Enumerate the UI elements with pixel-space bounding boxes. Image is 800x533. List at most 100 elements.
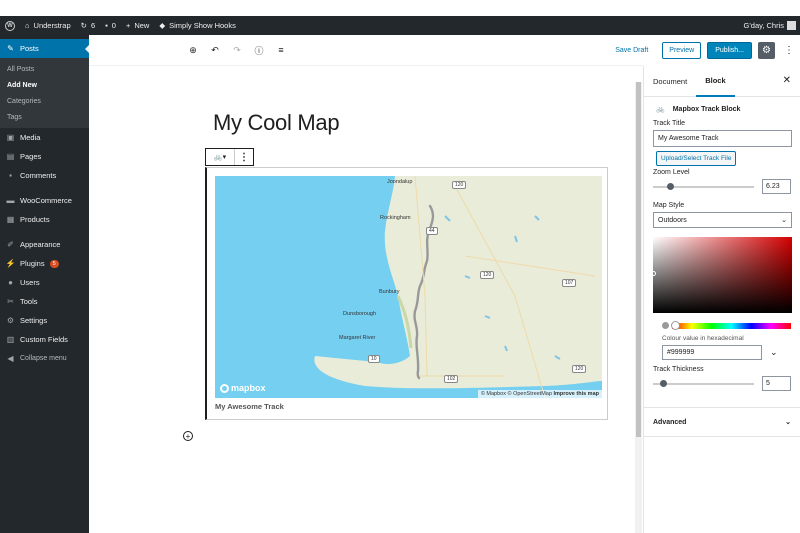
track-title-input[interactable]: My Awesome Track: [653, 130, 792, 147]
custom-fields-icon: ▥: [6, 335, 15, 344]
wordpress-logo-button[interactable]: W: [0, 16, 20, 35]
outline-icon[interactable]: ≡: [275, 44, 287, 56]
advanced-section-toggle[interactable]: Advanced ⌄: [644, 407, 800, 437]
close-icon[interactable]: ✕: [783, 75, 791, 86]
editor-toolbar: ⊕ ↶ ↷ ⓘ ≡ Save Draft Preview Publish... …: [89, 35, 794, 66]
preview-button[interactable]: Preview: [662, 42, 702, 59]
scrollbar-thumb[interactable]: [636, 82, 641, 437]
submenu-tags[interactable]: Tags: [0, 109, 89, 125]
chevron-down-icon: ⌄: [785, 419, 791, 426]
vertical-ellipsis-icon: ⋮: [784, 45, 794, 56]
home-icon: ⌂: [25, 21, 30, 30]
sidebar-item-posts[interactable]: ✎ Posts: [0, 39, 89, 58]
post-title[interactable]: My Cool Map: [213, 110, 340, 136]
sidebar-item-media[interactable]: ▣ Media: [0, 128, 89, 147]
comments-link[interactable]: ▪ 0: [100, 16, 121, 35]
users-icon: ●: [8, 278, 13, 287]
map-style-select[interactable]: Outdoors ⌄: [653, 212, 792, 228]
hue-row: [662, 320, 791, 330]
submenu-all-posts[interactable]: All Posts: [0, 61, 89, 77]
block-toolbar: 🚲▾ ⋮: [205, 148, 254, 166]
vertical-ellipsis-icon: ⋮: [239, 151, 249, 163]
add-block-button[interactable]: +: [183, 431, 193, 441]
submenu-categories[interactable]: Categories: [0, 93, 89, 109]
redo-icon[interactable]: ↷: [231, 44, 243, 56]
plugins-icon: ⚡: [5, 259, 16, 268]
tag-icon: ◆: [159, 21, 166, 30]
attribution-link[interactable]: © Mapbox © OpenStreetMap: [481, 391, 552, 397]
sidebar-item-appearance[interactable]: ✐ Appearance: [0, 235, 89, 254]
plus-icon: +: [185, 431, 191, 441]
thickness-slider[interactable]: [653, 379, 754, 387]
chevron-down-icon: ⌄: [781, 217, 787, 224]
info-icon[interactable]: ⓘ: [253, 44, 265, 56]
show-hooks-link[interactable]: ◆ Simply Show Hooks: [154, 16, 240, 35]
sidebar-item-settings[interactable]: ⚙ Settings: [0, 311, 89, 330]
improve-map-link[interactable]: Improve this map: [553, 391, 599, 397]
zoom-slider[interactable]: [653, 182, 754, 190]
map-view[interactable]: Joondalup Rockingham Bunbury Dunsborough…: [215, 176, 602, 398]
road-shield: 120: [480, 271, 495, 279]
undo-icon[interactable]: ↶: [209, 44, 221, 56]
settings-gear-button[interactable]: ⚙: [758, 42, 775, 59]
place-label: Dunsborough: [343, 311, 377, 317]
tools-icon: ✂: [7, 297, 14, 306]
road-shield: 120: [572, 365, 587, 373]
map-graphic: [215, 176, 602, 398]
updates-link[interactable]: ↻ 6: [76, 16, 100, 35]
collapse-menu-button[interactable]: ◀ Collapse menu: [0, 349, 89, 368]
sidebar-item-comments[interactable]: ▪ Comments: [0, 166, 89, 185]
colour-saturation-picker[interactable]: [651, 237, 792, 313]
zoom-level-input[interactable]: 6.23: [762, 179, 791, 194]
block-type-switcher[interactable]: 🚲▾: [206, 149, 235, 165]
comments-icon: ▪: [9, 171, 12, 180]
colour-hex-input[interactable]: #999999: [662, 345, 762, 360]
mapbox-logo[interactable]: mapbox: [220, 383, 266, 393]
sidebar-item-users[interactable]: ● Users: [0, 273, 89, 292]
media-icon: ▣: [6, 133, 15, 142]
mapbox-track-block[interactable]: Joondalup Rockingham Bunbury Dunsborough…: [205, 167, 608, 420]
map-attribution: © Mapbox © OpenStreetMap Improve this ma…: [477, 390, 602, 398]
add-block-icon[interactable]: ⊕: [187, 44, 199, 56]
sidebar-item-plugins[interactable]: ⚡ Plugins 5: [0, 254, 89, 273]
tab-document[interactable]: Document: [644, 66, 696, 97]
wordpress-icon: W: [5, 20, 15, 31]
block-card: 🚲 Mapbox Track Block: [656, 105, 741, 114]
sidebar-item-products[interactable]: ▦ Products: [0, 210, 89, 229]
sidebar-tabs: Document Block ✕: [644, 66, 800, 97]
pin-icon: ✎: [7, 44, 14, 53]
track-thickness-control: 5: [644, 376, 800, 391]
publish-actions: Save Draft Preview Publish... ⚙ ⋮: [615, 42, 797, 59]
zoom-level-label: Zoom Level: [653, 169, 690, 176]
submenu-add-new[interactable]: Add New: [0, 77, 89, 93]
new-content-link[interactable]: + New: [121, 16, 154, 35]
thickness-input[interactable]: 5: [762, 376, 791, 391]
sidebar-item-tools[interactable]: ✂ Tools: [0, 292, 89, 311]
upload-track-button[interactable]: Upload/Select Track File: [656, 151, 737, 166]
collapse-icon: ◀: [7, 354, 14, 363]
sidebar-item-woocommerce[interactable]: ▬ WooCommerce: [0, 191, 89, 210]
editor-scrollbar[interactable]: [635, 82, 642, 533]
colour-picker-handle[interactable]: [651, 271, 656, 276]
account-menu[interactable]: G'day, Chris: [739, 16, 800, 35]
block-more-options[interactable]: ⋮: [235, 152, 253, 163]
colour-swatch: [662, 322, 669, 329]
site-name-link[interactable]: ⌂ Understrap: [20, 16, 76, 35]
track-title-label: Track Title: [653, 120, 686, 127]
thickness-slider-thumb[interactable]: [660, 379, 668, 387]
pages-icon: ▤: [6, 152, 15, 161]
zoom-slider-thumb[interactable]: [667, 182, 675, 190]
hue-slider-thumb[interactable]: [671, 320, 680, 330]
more-options-button[interactable]: ⋮: [781, 45, 797, 56]
tab-block[interactable]: Block: [696, 66, 735, 97]
map-caption[interactable]: My Awesome Track: [215, 402, 284, 411]
plugins-update-badge: 5: [49, 259, 59, 268]
sidebar-item-custom-fields[interactable]: ▥ Custom Fields: [0, 330, 89, 349]
hue-slider[interactable]: [671, 320, 791, 330]
chevron-down-icon[interactable]: ⌄: [770, 347, 778, 358]
appearance-icon: ✐: [7, 240, 14, 249]
sidebar-item-pages[interactable]: ▤ Pages: [0, 147, 89, 166]
top-margin: [0, 0, 800, 16]
publish-button[interactable]: Publish...: [707, 42, 752, 59]
save-draft-button[interactable]: Save Draft: [615, 47, 648, 54]
